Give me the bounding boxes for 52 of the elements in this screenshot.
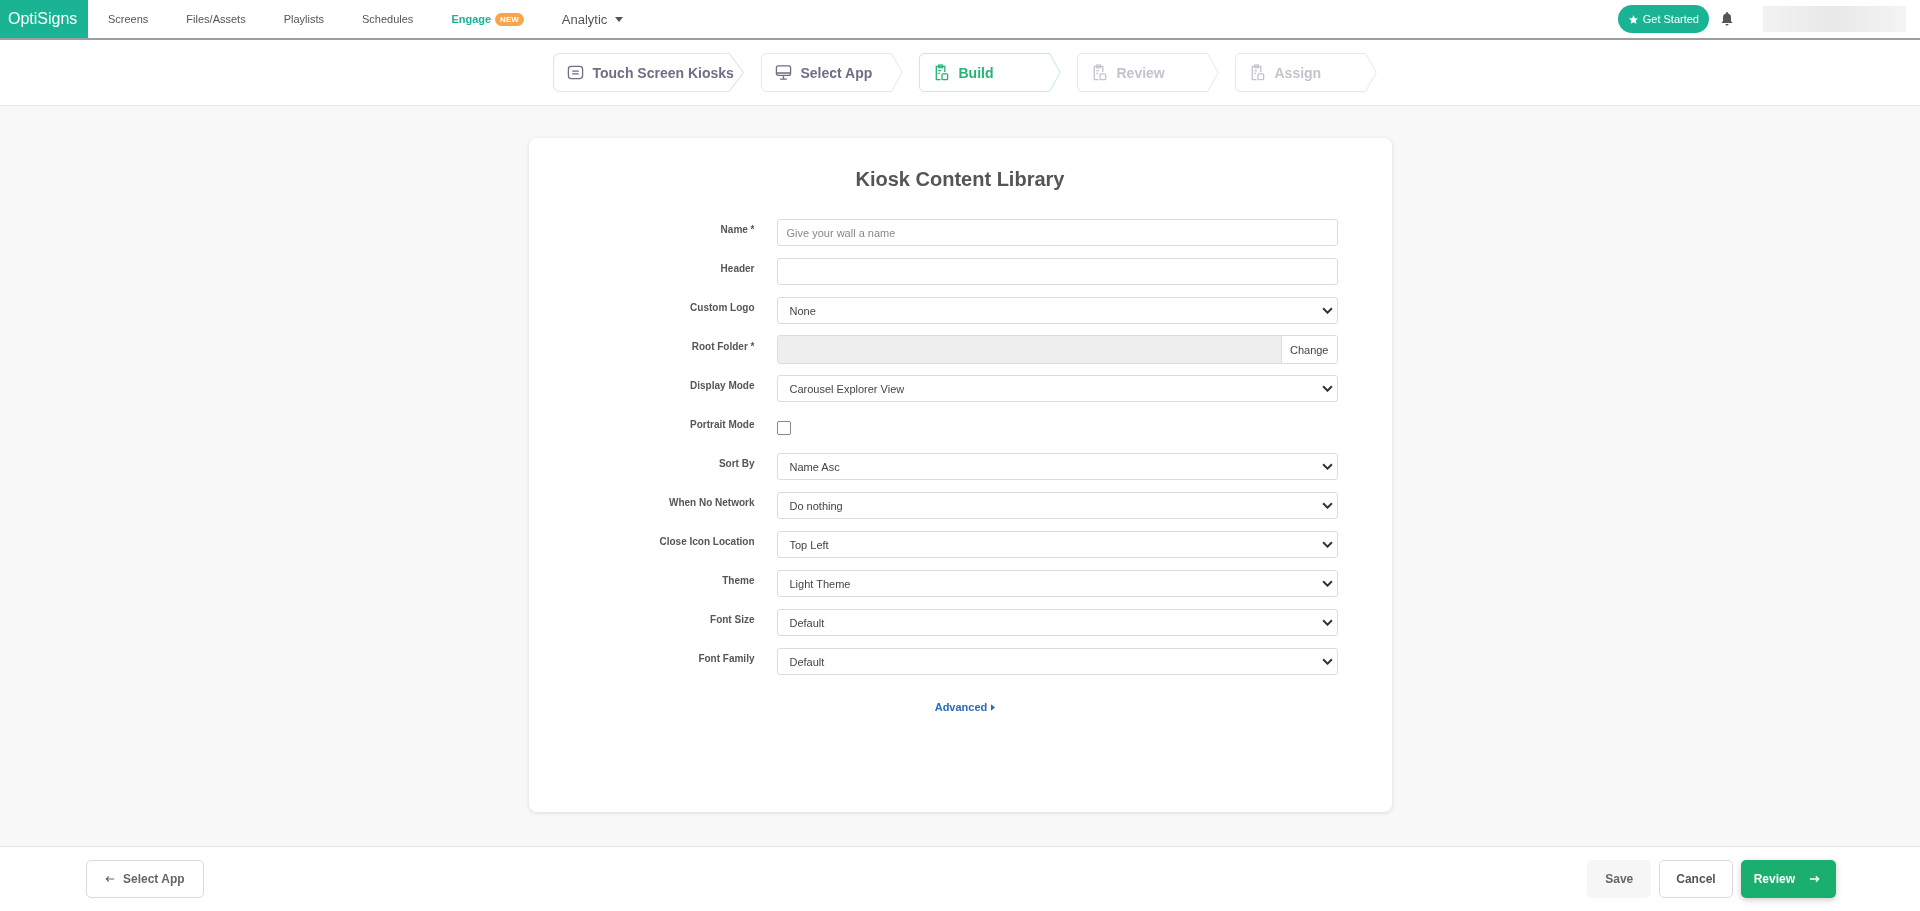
chevron-down-icon [1321,541,1333,548]
save-button[interactable]: Save [1587,860,1652,898]
form-title: Kiosk Content Library [854,168,1066,191]
field-label: Portrait Mode [689,419,756,430]
chevron-down-icon [1321,385,1333,392]
advanced-link[interactable]: Advanced [934,701,996,713]
nav-link[interactable]: Screens [108,13,149,25]
chevron-down-icon [1321,502,1333,509]
text-field[interactable]: Give your wall a name [776,219,1338,246]
field-label: Name * [719,224,756,235]
arrow-right-icon [1809,875,1820,883]
chevron-down-icon [1321,658,1333,665]
field-label: Display Mode [689,380,756,391]
chevron-down-icon [1321,463,1333,470]
field-label: Close Icon Location [658,536,756,547]
field-label: Font Size [709,614,756,625]
chevron-down-icon [1321,619,1333,626]
chevron-down-icon [1321,580,1333,587]
cancel-button[interactable]: Cancel [1659,860,1733,898]
field-label: When No Network [667,497,756,508]
field-label: Sort By [717,458,756,469]
chevron-down-icon [1321,307,1333,314]
step-tab[interactable]: Select App [760,53,904,92]
select-field[interactable]: Top Left [776,531,1338,558]
new-badge: NEW [495,12,524,26]
field-label: Custom Logo [689,302,756,313]
select-field[interactable]: Name Asc [776,453,1338,480]
caret-right-icon [991,703,996,711]
field-label: Font Family [697,653,756,664]
step-tab[interactable]: Touch Screen Kiosks [552,53,746,92]
nav-link[interactable]: Playlists [283,13,324,25]
star-icon [1627,13,1639,25]
select-field[interactable]: Default [776,648,1338,675]
select-field[interactable]: None [776,297,1338,324]
kiosk-icon [566,64,584,81]
select-field[interactable]: Carousel Explorer View [776,375,1338,402]
arrow-left-icon [105,875,115,883]
select-field[interactable]: Light Theme [776,570,1338,597]
field-label: Theme [721,575,756,586]
bell-icon[interactable] [1721,12,1733,26]
monitor-icon [774,64,792,81]
checkbox[interactable] [776,420,791,435]
select-field[interactable]: Default [776,609,1338,636]
field-label: Root Folder * [690,341,756,352]
text-field[interactable] [776,258,1338,285]
nav-link[interactable]: Files/Assets [186,13,246,25]
nav-link[interactable]: Schedules [362,13,414,25]
select-field[interactable]: Do nothing [776,492,1338,519]
field-label: Header [719,263,756,274]
back-button[interactable]: Select App [86,860,204,898]
caret-icon [615,16,624,22]
nav-link[interactable]: Analytic [561,11,624,27]
